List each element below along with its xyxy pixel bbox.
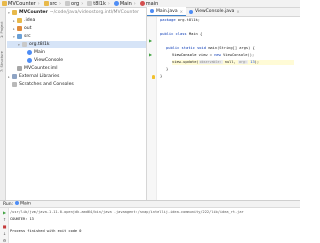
breadcrumb-item-project[interactable]: MVCounter ›	[2, 1, 40, 7]
lightbulb-icon[interactable]	[152, 75, 155, 79]
settings-icon[interactable]: ⚙	[2, 238, 7, 243]
tree-item-project-root[interactable]: ▾ MVCounter ~/code/java/videostorg.intl/MV…	[8, 9, 139, 16]
chevron-right-icon: ›	[81, 0, 84, 7]
run-method-icon[interactable]: ▶	[149, 53, 153, 57]
arrow-up-icon[interactable]: ↑	[2, 217, 7, 222]
console-output-line: COUNTER: 13	[10, 217, 34, 221]
editor-tabs: Main.java × ViewConsole.java ×	[147, 7, 300, 17]
breadcrumb-item-class[interactable]: Main ›	[113, 0, 136, 7]
class-icon	[188, 9, 193, 14]
method-icon	[139, 1, 145, 6]
tree-item-scratches[interactable]: Scratches and Consoles	[12, 81, 74, 88]
package-icon	[87, 1, 93, 6]
excluded-folder-icon	[17, 26, 22, 31]
code-line-class-decl: public class Main {	[160, 32, 203, 36]
scratch-icon	[12, 82, 17, 87]
structure-tool-button[interactable]: 7: Structure	[0, 42, 6, 72]
breadcrumb-item-org[interactable]: org ›	[65, 1, 83, 7]
code-line-main-decl: public static void main(String[] args) {	[166, 46, 255, 50]
tab-main-java[interactable]: Main.java ×	[147, 7, 186, 16]
tree-item-idea[interactable]: ▸ .idea	[13, 17, 35, 24]
chevron-right-icon: ›	[59, 0, 62, 7]
run-class-icon[interactable]: ▶	[149, 39, 153, 43]
chevron-right-icon: ›	[133, 0, 136, 7]
run-header: Run: Main	[0, 201, 300, 208]
run-tab-main[interactable]: Main	[15, 201, 31, 207]
source-folder-icon	[17, 34, 22, 39]
parameter-hint: arg:	[238, 60, 248, 64]
console-exit-line: Process finished with exit code 0	[10, 229, 82, 233]
breadcrumb-item-method[interactable]: main	[139, 1, 158, 7]
tree-item-viewconsole-class[interactable]: ViewConsole	[27, 57, 63, 64]
class-icon	[113, 1, 119, 6]
tab-viewconsole-java[interactable]: ViewConsole.java ×	[186, 7, 243, 16]
tree-item-src[interactable]: ▾ src	[13, 33, 31, 40]
folder-icon	[2, 1, 7, 6]
code-editor[interactable]: Main.java × ViewConsole.java × ▶ ▶ package…	[147, 7, 300, 200]
code-line-close-class: }	[160, 74, 163, 78]
code-line-view-update: view.update(observable: null, arg: 13);	[172, 60, 294, 65]
iml-file-icon	[17, 66, 22, 71]
arrow-down-icon[interactable]: ↓	[2, 231, 7, 236]
stop-icon[interactable]: ■	[2, 224, 7, 229]
parameter-hint: observable:	[198, 60, 223, 64]
breadcrumb-item-package[interactable]: t8l1k ›	[87, 1, 110, 7]
breadcrumb-item-src[interactable]: src ›	[43, 0, 62, 7]
tool-window-stripe: 1: Project 7: Structure	[0, 8, 6, 200]
package-icon	[65, 1, 71, 6]
chevron-right-icon: ›	[37, 0, 40, 7]
rerun-icon[interactable]: ▶	[2, 210, 7, 215]
tree-item-external-libraries[interactable]: ▸ External Libraries	[8, 73, 59, 80]
code-line-package: package org.t8l1k;	[160, 18, 200, 22]
class-icon	[27, 58, 32, 63]
code-line-view-new: ViewConsole view = new ViewConsole();	[172, 53, 255, 57]
tree-item-iml[interactable]: MVCounter.iml	[17, 65, 58, 72]
project-tool-button[interactable]: 1: Project	[0, 12, 6, 39]
library-icon	[12, 74, 17, 79]
folder-icon	[43, 1, 49, 6]
run-label: Run:	[3, 201, 14, 207]
run-toolbar: ▶ ↑ ■ ↓ ⚙	[0, 208, 9, 243]
run-tool-window: Run: Main ▶ ↑ ■ ↓ ⚙ /usr/lib/jvm/java-1.…	[0, 200, 300, 243]
class-icon	[15, 201, 20, 206]
tree-item-package[interactable]: ▾ org.t8l1k	[7, 41, 146, 48]
tree-item-out[interactable]: ▸ out	[13, 25, 32, 32]
package-icon	[22, 42, 27, 47]
tree-item-main-class[interactable]: Main	[27, 49, 45, 56]
close-icon[interactable]: ×	[180, 9, 183, 14]
code-line-close-method: }	[166, 67, 169, 71]
project-tree: ▾ MVCounter ~/code/java/videostorg.intl/MV…	[7, 8, 146, 200]
close-icon[interactable]: ×	[236, 9, 239, 14]
chevron-right-icon: ›	[107, 0, 110, 7]
folder-icon	[17, 18, 22, 23]
class-icon	[27, 50, 32, 55]
editor-gutter[interactable]: ▶ ▶	[147, 17, 157, 200]
folder-icon	[12, 10, 17, 15]
console-command-line: /usr/lib/jvm/java-1.11.0-openjdk-amd64/b…	[10, 210, 244, 214]
class-icon	[150, 9, 154, 13]
